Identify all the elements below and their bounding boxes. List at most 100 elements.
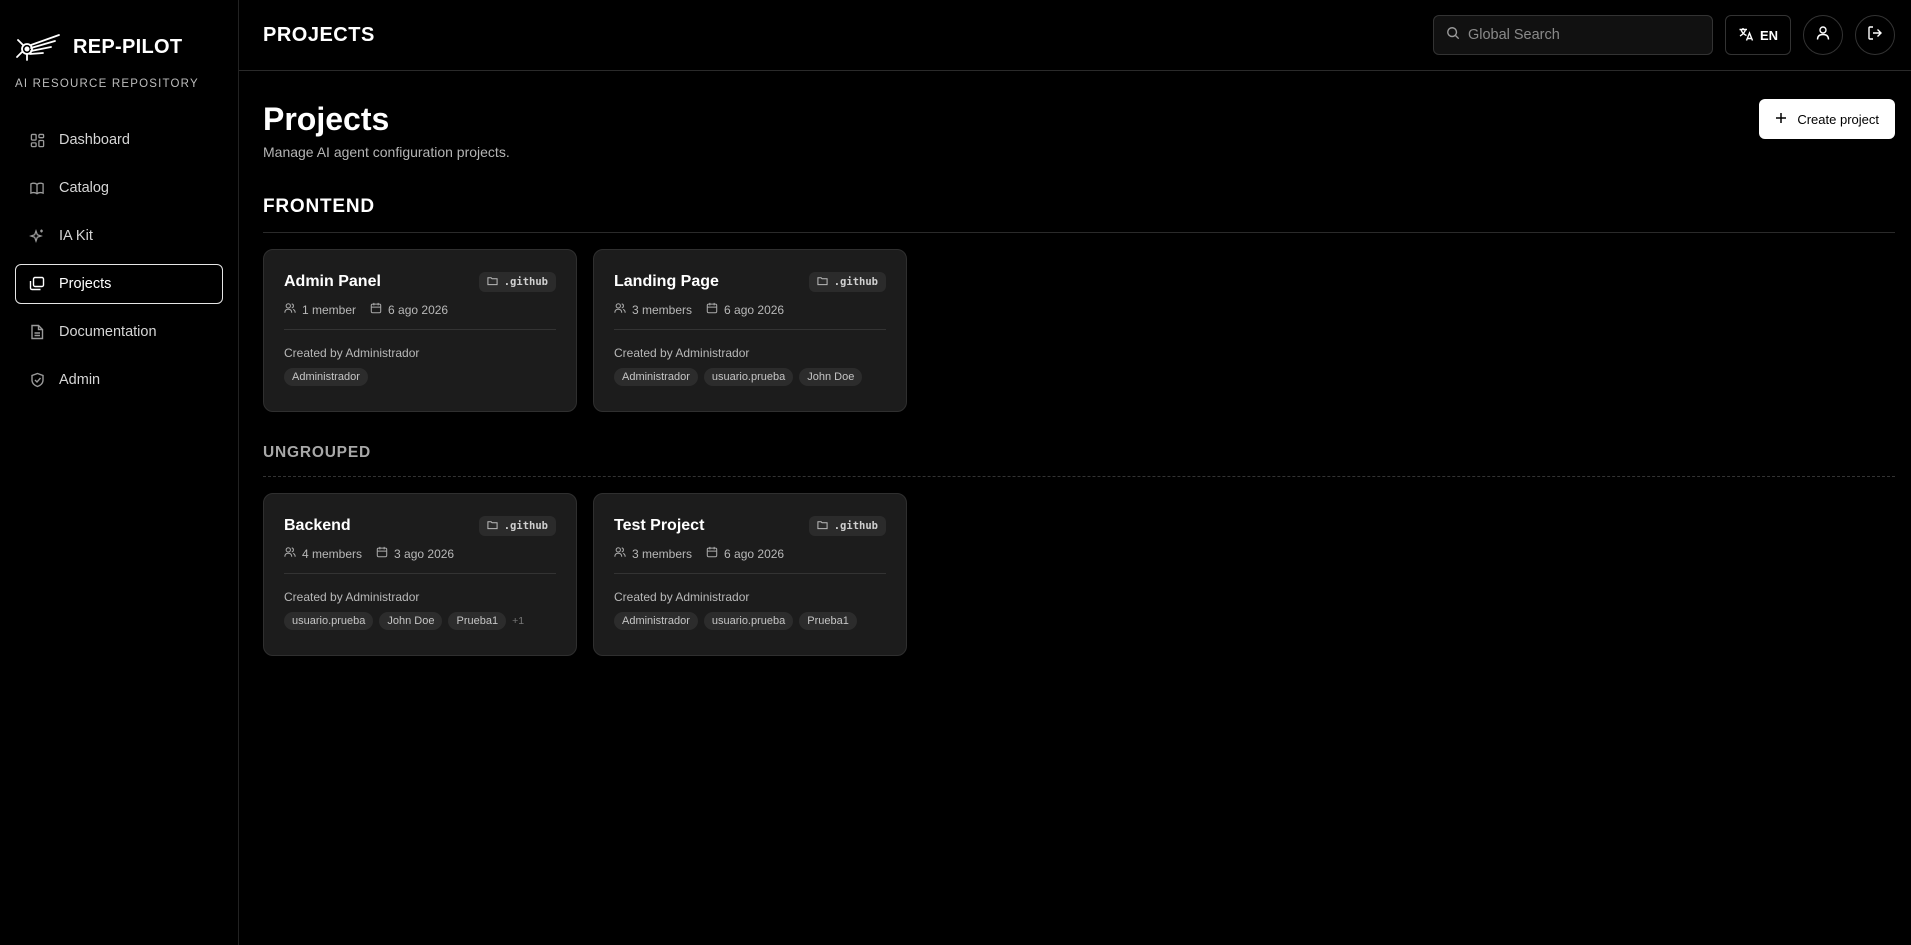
projects-content: Projects Manage AI agent configuration p…	[239, 71, 1911, 656]
members-icon	[284, 302, 296, 317]
sidebar-item-ia-kit[interactable]: IA Kit	[15, 216, 223, 256]
project-date: 3 ago 2026	[394, 546, 455, 561]
search-input[interactable]	[1467, 27, 1700, 43]
sidebar-item-catalog[interactable]: Catalog	[15, 168, 223, 208]
created-by: Created by Administrador	[284, 590, 420, 604]
sidebar-item-dashboard[interactable]: Dashboard	[15, 120, 223, 160]
topbar-actions: EN	[1432, 15, 1895, 55]
translate-icon	[1738, 26, 1754, 45]
page-title: Projects	[263, 101, 390, 137]
book-icon	[29, 180, 45, 196]
created-by: Created by Administrador	[284, 346, 420, 360]
project-date: 6 ago 2026	[388, 302, 449, 317]
logout-button[interactable]	[1855, 15, 1895, 55]
member-tag: Administrador	[614, 368, 698, 386]
member-tags: Administrador usuario.prueba John Doe	[614, 368, 886, 386]
member-tag: Prueba1	[448, 612, 507, 630]
member-count: 4 members	[302, 546, 363, 561]
sidebar-item-label: Admin	[59, 372, 101, 388]
plus-icon	[1775, 112, 1787, 127]
document-icon	[29, 324, 45, 340]
sidebar: REP-PILOT AI RESOURCE REPOSITORY Dashboa…	[0, 0, 239, 945]
create-project-label: Create project	[1797, 111, 1879, 127]
project-card-test-project[interactable]: Test Project .github 3 members 6 ago 202…	[593, 493, 907, 656]
project-date: 6 ago 2026	[724, 302, 785, 317]
members-icon	[614, 546, 626, 561]
topbar-title: PROJECTS	[263, 23, 375, 46]
dashboard-icon	[29, 132, 45, 148]
project-card-backend[interactable]: Backend .github 4 members 3 ago 2026 Cre…	[263, 493, 577, 656]
calendar-icon	[376, 546, 388, 561]
project-meta: 3 members 6 ago 2026	[614, 546, 886, 574]
member-count: 3 members	[632, 302, 693, 317]
create-project-button[interactable]: Create project	[1759, 99, 1895, 139]
folder-name: .github	[503, 276, 548, 288]
sidebar-item-projects[interactable]: Projects	[15, 264, 223, 304]
folder-chip: .github	[478, 272, 556, 292]
project-meta: 4 members 3 ago 2026	[284, 546, 556, 574]
folder-chip: .github	[808, 516, 886, 536]
project-cards: Backend .github 4 members 3 ago 2026 Cre…	[263, 493, 1895, 656]
folder-chip: .github	[478, 516, 556, 536]
user-profile-button[interactable]	[1803, 15, 1843, 55]
folder-icon	[487, 276, 498, 289]
sidebar-item-label: Dashboard	[59, 132, 130, 148]
folder-icon	[487, 520, 498, 533]
user-icon	[1815, 25, 1831, 46]
folder-icon	[817, 276, 828, 289]
sidebar-item-label: Projects	[59, 276, 112, 292]
member-tag: John Doe	[379, 612, 443, 630]
project-card-admin-panel[interactable]: Admin Panel .github 1 member 6 ago 2026 …	[263, 249, 577, 412]
member-tag: John Doe	[799, 368, 863, 386]
group-title-ungrouped: UNGROUPED	[263, 444, 1895, 477]
member-tag: Prueba1	[799, 612, 857, 630]
member-tag: Administrador	[284, 368, 368, 386]
calendar-icon	[706, 546, 718, 561]
calendar-icon	[370, 302, 382, 317]
folder-icon	[817, 520, 828, 533]
sidebar-item-label: IA Kit	[59, 228, 93, 244]
winged-logo-icon	[15, 29, 63, 65]
folder-chip: .github	[808, 272, 886, 292]
page-subtitle: Manage AI agent configuration projects.	[263, 144, 510, 160]
folder-name: .github	[833, 520, 878, 532]
topbar: PROJECTS EN	[239, 0, 1911, 71]
project-card-landing-page[interactable]: Landing Page .github 3 members 6 ago 202…	[593, 249, 907, 412]
shield-icon	[29, 372, 45, 388]
project-date: 6 ago 2026	[724, 546, 785, 561]
brand-name: REP-PILOT	[73, 35, 183, 58]
brand-subtitle: AI RESOURCE REPOSITORY	[15, 78, 199, 90]
member-tags: usuario.prueba John Doe Prueba1 +1	[284, 612, 556, 630]
folders-icon	[29, 276, 45, 292]
created-by: Created by Administrador	[614, 590, 750, 604]
member-count: 3 members	[632, 546, 693, 561]
brand: REP-PILOT	[15, 26, 223, 68]
sparkles-icon	[29, 228, 45, 244]
member-tag: usuario.prueba	[284, 612, 374, 630]
sidebar-nav: Dashboard Catalog IA Kit Projects Docume…	[15, 120, 223, 400]
project-cards: Admin Panel .github 1 member 6 ago 2026 …	[263, 249, 1895, 412]
member-tag: Administrador	[614, 612, 698, 630]
sidebar-item-label: Documentation	[59, 324, 157, 340]
project-title: Backend	[284, 517, 351, 534]
member-tags: Administrador	[284, 368, 556, 386]
sidebar-item-label: Catalog	[59, 180, 109, 196]
member-count: 1 member	[302, 302, 357, 317]
folder-name: .github	[833, 276, 878, 288]
sidebar-item-documentation[interactable]: Documentation	[15, 312, 223, 352]
member-tag: usuario.prueba	[703, 612, 794, 630]
project-title: Admin Panel	[284, 273, 381, 290]
project-title: Landing Page	[614, 273, 719, 290]
language-label: EN	[1759, 27, 1778, 43]
page-header: Projects Manage AI agent configuration p…	[263, 95, 1895, 160]
group-title-frontend: FRONTEND	[263, 196, 1895, 233]
language-button[interactable]: EN	[1724, 15, 1791, 55]
more-members-count: +1	[512, 615, 525, 627]
folder-name: .github	[503, 520, 548, 532]
logout-icon	[1867, 25, 1883, 46]
calendar-icon	[706, 302, 718, 317]
sidebar-item-admin[interactable]: Admin	[15, 360, 223, 400]
member-tag: usuario.prueba	[703, 368, 794, 386]
global-search[interactable]	[1432, 15, 1713, 55]
main-area: PROJECTS EN	[239, 0, 1911, 945]
